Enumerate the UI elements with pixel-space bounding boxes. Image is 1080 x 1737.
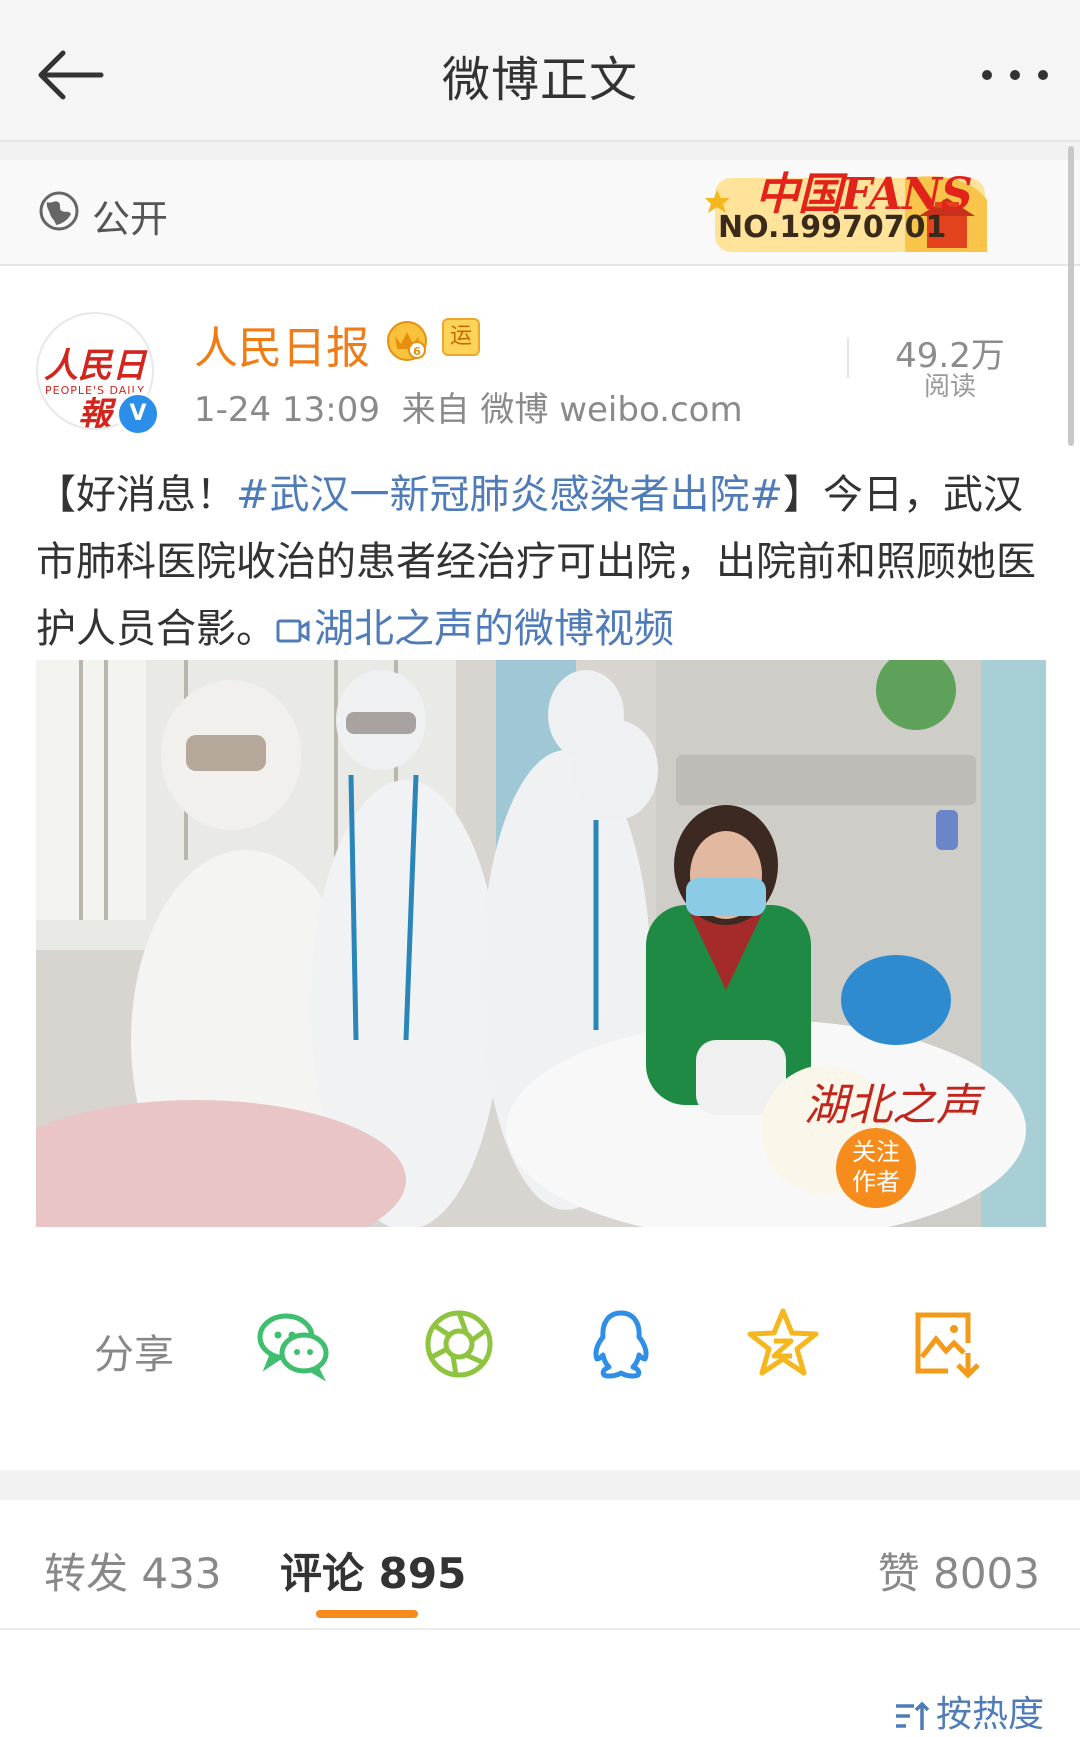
watermark-text: 湖北之声 — [804, 1080, 986, 1131]
author-name[interactable]: 人民日报 — [194, 312, 370, 376]
hashtag-link[interactable]: #武汉一新冠肺炎感染者出院# — [236, 472, 783, 518]
follow-author-line2: 作者 — [852, 1168, 900, 1196]
post-time: 1-24 13:09 — [194, 390, 380, 430]
moments-icon[interactable] — [420, 1305, 498, 1383]
vip-crown-icon[interactable]: 6 — [384, 316, 430, 362]
sort-label: 按热度 — [935, 1694, 1044, 1735]
post-source: 来自 微博 weibo.com — [401, 390, 743, 430]
share-label: 分享 — [94, 1332, 174, 1378]
visibility-label: 公开 — [92, 197, 169, 241]
post-prefix: 【好消息！ — [36, 472, 236, 518]
wechat-icon[interactable] — [254, 1305, 332, 1383]
svg-text:6: 6 — [413, 345, 421, 358]
tab-comment[interactable]: 评论 895 — [280, 1540, 466, 1601]
save-image-icon[interactable] — [908, 1305, 986, 1383]
follow-author-line1: 关注 — [852, 1138, 900, 1166]
qzone-icon[interactable] — [744, 1305, 822, 1383]
read-label: 阅读 — [923, 372, 976, 402]
video-link[interactable]: 湖北之声的微博视频 — [276, 606, 674, 652]
section-gap — [0, 1470, 1080, 1500]
globe-icon — [39, 191, 79, 231]
video-link-label: 湖北之声的微博视频 — [314, 606, 674, 652]
verified-icon: V — [116, 392, 160, 436]
fans-badge-number: NO.19970701 — [718, 210, 947, 245]
yun-badge[interactable]: 运 — [442, 318, 480, 356]
post-text: 【好消息！#武汉一新冠肺炎感染者出院#】今日，武汉市肺科医院收治的患者经治疗可出… — [36, 462, 1046, 663]
active-tab-indicator — [316, 1610, 418, 1618]
scrollbar[interactable] — [1068, 146, 1074, 446]
tab-like[interactable]: 赞 8003 — [878, 1540, 1040, 1601]
sort-icon — [895, 1701, 930, 1730]
page-title: 微博正文 — [441, 52, 638, 108]
divider — [0, 1628, 1080, 1630]
video-camera-icon — [276, 619, 310, 643]
more-button[interactable] — [970, 50, 1060, 100]
post-meta: 1-24 13:09 来自 微博 weibo.com — [194, 382, 743, 431]
divider — [847, 338, 849, 378]
sort-by-hot-button[interactable]: 按热度 — [894, 1685, 1044, 1737]
post-video-thumbnail[interactable]: 湖北之声 关注 作者 — [36, 660, 1046, 1227]
tab-repost[interactable]: 转发 433 — [44, 1540, 222, 1601]
more-dots-icon — [982, 70, 1048, 80]
qq-icon[interactable] — [582, 1305, 660, 1383]
